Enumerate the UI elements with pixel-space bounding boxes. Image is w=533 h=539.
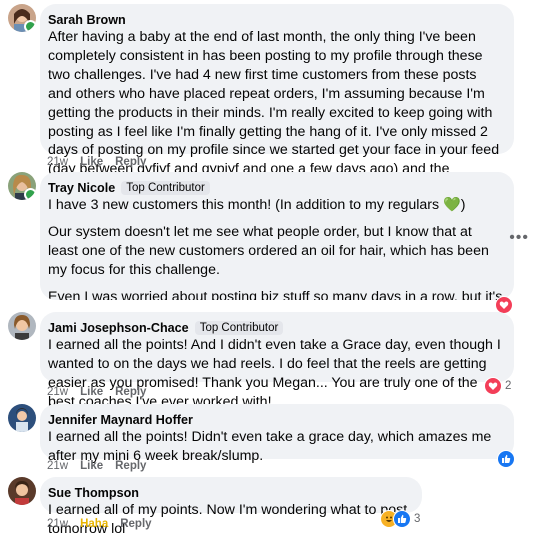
more-options-icon[interactable]: ••• — [509, 229, 529, 247]
top-contributor-badge: Top Contributor — [121, 180, 210, 195]
timestamp[interactable]: 21w — [47, 518, 68, 530]
comment-actions: 21w Like Reply — [47, 386, 146, 398]
avatar[interactable] — [8, 404, 36, 432]
comment-actions: 21w Haha Reply — [47, 518, 152, 530]
comment-paragraph: I have 3 new customers this month! (In a… — [48, 197, 466, 213]
top-contributor-badge: Top Contributor — [194, 320, 284, 335]
commenter-name[interactable]: Sue Thompson — [48, 486, 139, 500]
comment-bubble: Jami Josephson-Chace Top Contributor I e… — [40, 312, 514, 410]
comment-actions: 21w Like Reply — [47, 460, 146, 472]
reaction-summary[interactable]: 2 — [484, 377, 511, 395]
timestamp[interactable]: 21w — [47, 386, 68, 398]
avatar-image — [8, 312, 36, 340]
comment-actions: 21w Like Reply — [47, 156, 146, 168]
commenter-name[interactable]: Jennifer Maynard Hoffer — [48, 413, 193, 427]
like-button[interactable]: Like — [80, 386, 103, 398]
reply-button[interactable]: Reply — [115, 156, 146, 168]
love-reaction-icon — [484, 377, 502, 395]
commenter-name[interactable]: Tray Nicole — [48, 181, 115, 195]
like-button[interactable]: Like — [80, 460, 103, 472]
reply-button[interactable]: Reply — [120, 518, 151, 530]
avatar[interactable] — [8, 4, 36, 32]
reaction-count: 3 — [414, 513, 421, 525]
comment-paragraph: Our system doesn't let me see what peopl… — [48, 223, 489, 278]
comment-bubble: Tray Nicole Top Contributor I have 3 new… — [40, 172, 514, 300]
like-reaction-icon — [393, 510, 411, 528]
reply-button[interactable]: Reply — [115, 386, 146, 398]
like-reaction-icon — [497, 450, 515, 468]
avatar-image — [8, 477, 36, 505]
reaction-count: 2 — [505, 380, 512, 392]
comment-paragraph: I earned all the points! And I didn't ev… — [48, 337, 501, 410]
comment-paragraph: Even I was worried about posting biz stu… — [48, 288, 503, 300]
commenter-name[interactable]: Sarah Brown — [48, 13, 126, 27]
comment-text: I earned all the points! And I didn't ev… — [48, 336, 503, 412]
commenter-name[interactable]: Jami Josephson-Chace — [48, 321, 189, 335]
comment-bubble: Sue Thompson I earned all of my points. … — [40, 477, 422, 537]
avatar[interactable] — [8, 312, 36, 340]
online-indicator — [24, 188, 36, 200]
online-indicator — [24, 20, 36, 32]
comment-text: I have 3 new customers this month! (In a… — [48, 196, 503, 300]
timestamp[interactable]: 21w — [47, 460, 68, 472]
avatar[interactable] — [8, 172, 36, 200]
avatar[interactable] — [8, 477, 36, 505]
comment-bubble: Sarah Brown After having a baby at the e… — [40, 4, 514, 215]
like-button[interactable]: Like — [80, 156, 103, 168]
comment-bubble: Jennifer Maynard Hoffer I earned all the… — [40, 404, 514, 464]
haha-button[interactable]: Haha — [80, 518, 108, 530]
reaction-summary[interactable] — [497, 450, 515, 468]
timestamp[interactable]: 21w — [47, 156, 68, 168]
reaction-summary[interactable]: 3 — [380, 510, 420, 528]
avatar-image — [8, 404, 36, 432]
reply-button[interactable]: Reply — [115, 460, 146, 472]
